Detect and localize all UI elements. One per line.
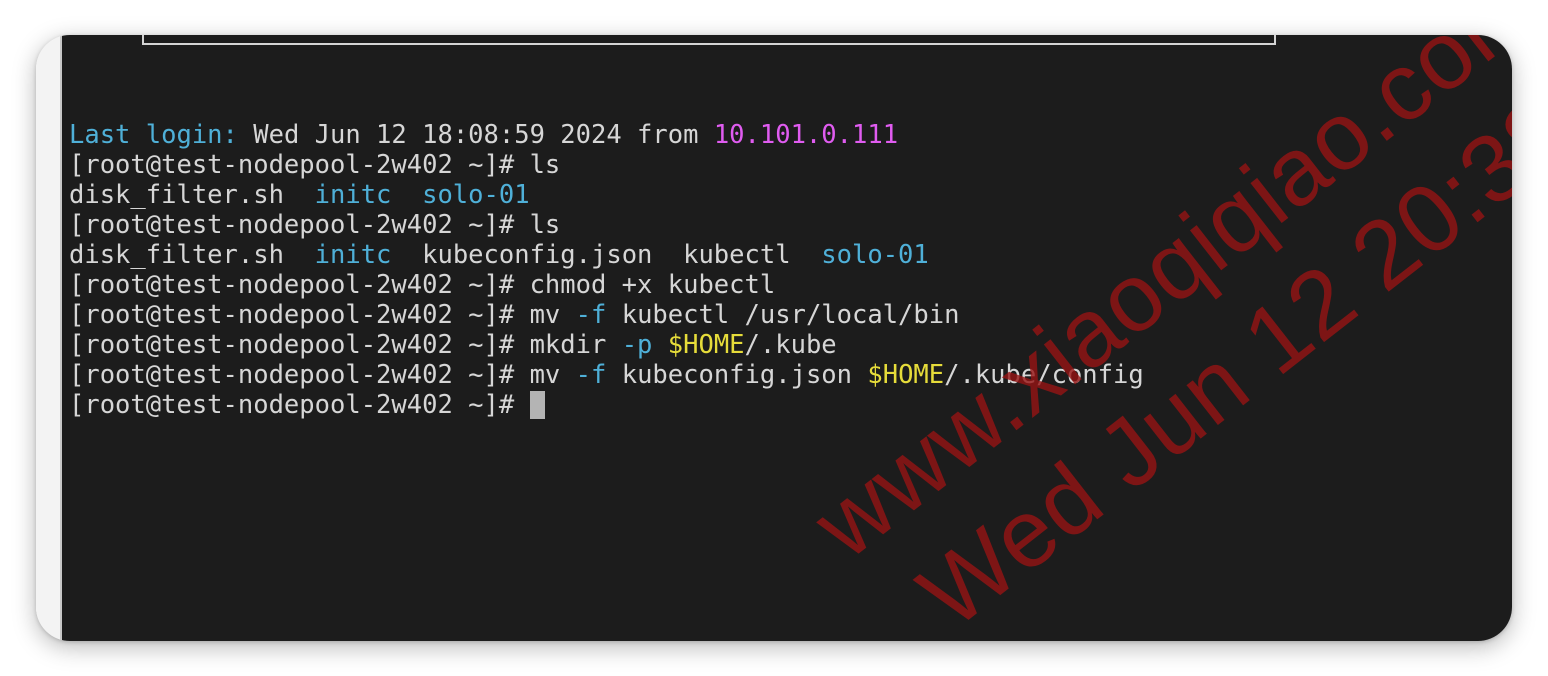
terminal-text-segment: initc <box>314 240 423 270</box>
terminal-text-segment: -f <box>575 300 607 330</box>
terminal-text-segment: $HOME <box>667 330 745 360</box>
terminal-text-segment: $HOME <box>867 360 945 390</box>
terminal-text-segment: kubeconfig.json <box>606 360 868 390</box>
terminal-line: [root@test-nodepool-2w402 ~]# <box>69 390 1144 420</box>
terminal-text-segment: [root@test-nodepool-2w402 ~]# chmod +x k… <box>69 270 776 300</box>
terminal-output: Last login: Wed Jun 12 18:08:59 2024 fro… <box>69 120 1144 420</box>
terminal-text-segment: [root@test-nodepool-2w402 ~]# mv <box>69 300 576 330</box>
terminal-text-segment: solo-01 <box>821 240 929 270</box>
terminal-text-segment: disk_filter.sh <box>69 240 315 270</box>
terminal-text-segment: 10.101.0.111 <box>713 120 899 150</box>
previous-output-box <box>142 35 1276 45</box>
terminal-text-segment: Last login: <box>69 120 254 150</box>
terminal-text-segment: initc solo-01 <box>314 180 530 210</box>
terminal-line: [root@test-nodepool-2w402 ~]# mv -f kube… <box>69 360 1144 390</box>
terminal-text-segment: Wed Jun 12 18:08:59 2024 from <box>253 120 714 150</box>
screenshot-card: Last login: Wed Jun 12 18:08:59 2024 fro… <box>36 35 1512 641</box>
terminal-line: [root@test-nodepool-2w402 ~]# chmod +x k… <box>69 270 1144 300</box>
terminal-text-segment: -p <box>621 330 653 360</box>
terminal-text-segment: [root@test-nodepool-2w402 ~]# <box>69 390 530 420</box>
terminal-text-segment: [root@test-nodepool-2w402 ~]# mv <box>69 360 576 390</box>
window-left-edge <box>36 35 62 641</box>
terminal-text-segment: /.kube <box>744 330 837 360</box>
terminal-window[interactable]: Last login: Wed Jun 12 18:08:59 2024 fro… <box>62 35 1512 641</box>
terminal-cursor <box>529 391 545 419</box>
terminal-text-segment: [root@test-nodepool-2w402 ~]# ls <box>69 210 561 240</box>
terminal-line: disk_filter.sh initc solo-01 <box>69 180 1144 210</box>
terminal-text-segment: kubeconfig.json kubectl <box>422 240 822 270</box>
terminal-line: Last login: Wed Jun 12 18:08:59 2024 fro… <box>69 120 1144 150</box>
terminal-line: [root@test-nodepool-2w402 ~]# mkdir -p $… <box>69 330 1144 360</box>
terminal-text-segment: [root@test-nodepool-2w402 ~]# mkdir <box>69 330 622 360</box>
terminal-line: [root@test-nodepool-2w402 ~]# mv -f kube… <box>69 300 1144 330</box>
terminal-text-segment: /.kube/config <box>944 360 1144 390</box>
terminal-text-segment: kubectl /usr/local/bin <box>606 300 960 330</box>
terminal-text-segment: [root@test-nodepool-2w402 ~]# ls <box>69 150 561 180</box>
terminal-text-segment: -f <box>575 360 607 390</box>
terminal-line: [root@test-nodepool-2w402 ~]# ls <box>69 210 1144 240</box>
terminal-line: [root@test-nodepool-2w402 ~]# ls <box>69 150 1144 180</box>
terminal-text-segment: disk_filter.sh <box>69 180 315 210</box>
terminal-line: disk_filter.sh initc kubeconfig.json kub… <box>69 240 1144 270</box>
